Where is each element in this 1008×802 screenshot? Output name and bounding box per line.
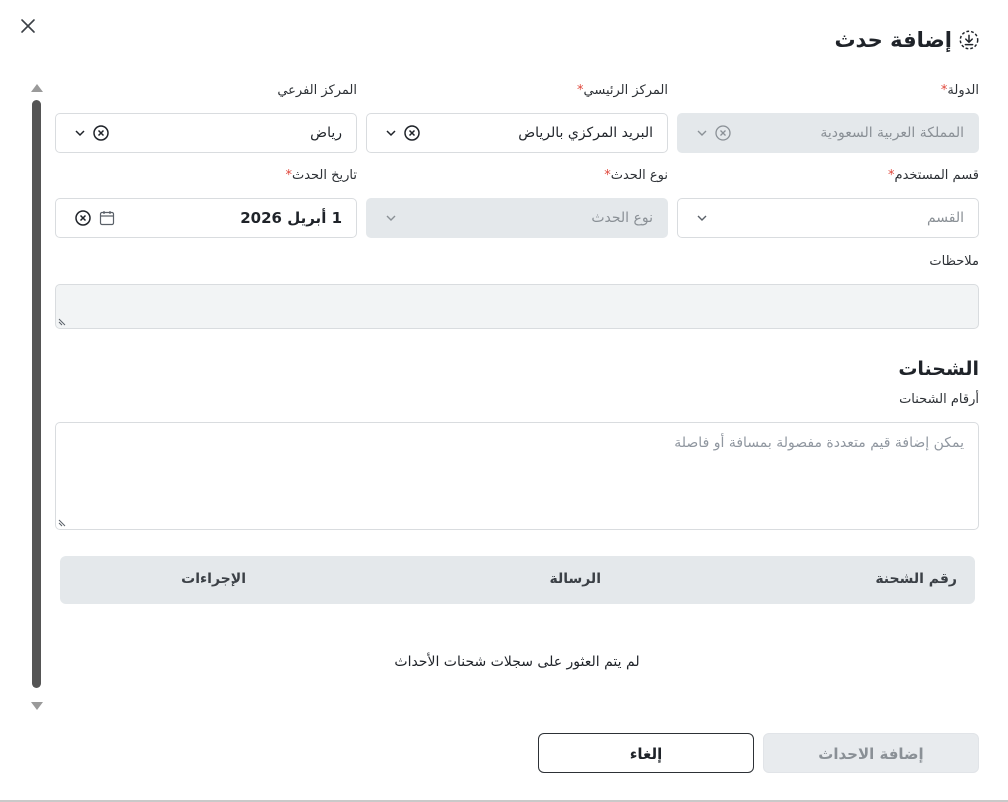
event-type-placeholder: نوع الحدث [591,210,653,226]
dialog-header: إضافة حدث [834,28,980,52]
scroll-down-icon[interactable] [31,702,43,710]
chevron-down-icon[interactable] [384,211,398,225]
event-date-picker[interactable]: 1 أبريل 2026 [55,198,357,238]
chevron-down-icon[interactable] [73,126,87,140]
main-center-select[interactable]: البريد المركزي بالرياض [366,113,668,153]
shipments-section-title: الشحنات [898,358,979,380]
user-department-select[interactable]: القسم [677,198,979,238]
close-icon[interactable] [18,16,38,36]
resize-handle-icon[interactable] [58,517,68,527]
notes-label: ملاحظات [929,254,979,269]
sub-center-label: المركز الفرعي [277,83,357,98]
add-events-button[interactable]: إضافة الاحداث [763,733,979,773]
scroll-up-icon[interactable] [31,84,43,92]
country-select[interactable]: المملكة العربية السعودية [677,113,979,153]
event-date-value: 1 أبريل 2026 [240,209,342,227]
event-type-label: نوع الحدث* [604,168,668,183]
shipments-table-header: رقم الشحنة الرسالة الإجراءات [60,556,975,604]
download-circle-icon [959,30,979,50]
clear-icon[interactable] [93,125,109,141]
cancel-button[interactable]: إلغاء [538,733,754,773]
main-center-label: المركز الرئيسي* [577,83,668,98]
shipment-numbers-placeholder: يمكن إضافة قيم متعددة مفصولة بمسافة أو ف… [674,435,964,451]
user-department-label: قسم المستخدم* [888,168,979,183]
sub-center-select[interactable]: رياض [55,113,357,153]
column-shipment-number: رقم الشحنة [875,571,957,587]
clear-icon[interactable] [404,125,420,141]
dialog-title: إضافة حدث [834,28,952,52]
main-center-value: البريد المركزي بالرياض [518,125,653,141]
user-department-placeholder: القسم [926,210,964,226]
country-value: المملكة العربية السعودية [820,125,964,141]
scrollbar-thumb[interactable] [32,100,41,688]
vertical-scrollbar[interactable] [30,82,44,712]
sub-center-value: رياض [310,125,342,141]
notes-textarea[interactable] [55,284,979,329]
event-type-select[interactable]: نوع الحدث [366,198,668,238]
chevron-down-icon[interactable] [384,126,398,140]
shipment-numbers-label: أرقام الشحنات [899,392,979,407]
country-label: الدولة* [940,83,979,98]
shipment-numbers-textarea[interactable]: يمكن إضافة قيم متعددة مفصولة بمسافة أو ف… [55,422,979,530]
calendar-icon[interactable] [99,210,115,226]
chevron-down-icon[interactable] [695,126,709,140]
empty-table-message: لم يتم العثور على سجلات شحنات الأحداث [394,654,640,670]
chevron-down-icon[interactable] [695,211,709,225]
column-message: الرسالة [549,571,601,587]
resize-handle-icon[interactable] [58,316,68,326]
clear-icon[interactable] [715,125,731,141]
event-date-label: تاريخ الحدث* [285,168,357,183]
add-event-dialog: إضافة حدث الدولة* المركز الرئيسي* المركز… [0,0,1008,802]
clear-icon[interactable] [75,210,91,226]
column-actions: الإجراءات [181,571,246,587]
